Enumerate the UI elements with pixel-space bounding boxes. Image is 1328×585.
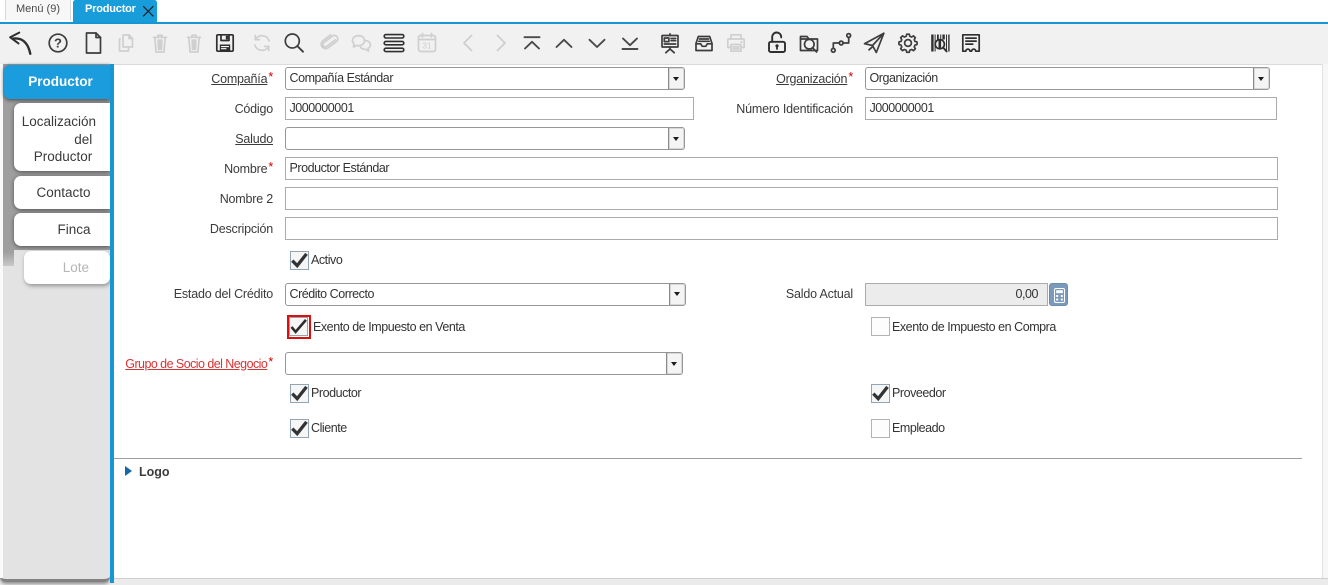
svg-text:31: 31 — [422, 41, 432, 51]
svg-text:?: ? — [54, 36, 62, 51]
